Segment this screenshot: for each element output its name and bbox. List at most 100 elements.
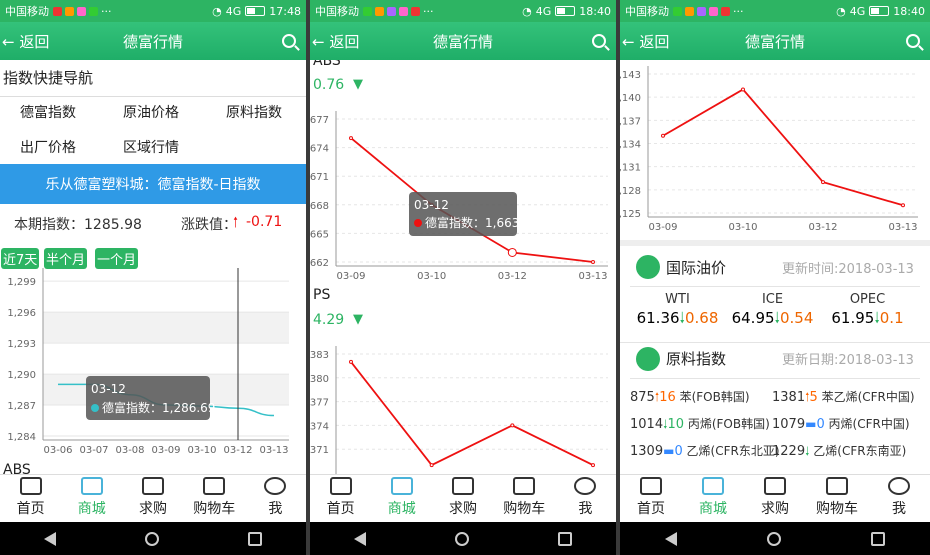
search-icon[interactable]: [592, 34, 606, 48]
tab-bar: 首页 商城 求购 购物车 我: [620, 474, 930, 522]
back-nav-icon[interactable]: [354, 531, 367, 546]
raw-material-icon: [636, 347, 660, 371]
search-icon[interactable]: [282, 34, 296, 48]
range-half-month-button[interactable]: 半个月: [44, 248, 88, 269]
title-bar: ← 返回 德富行情: [0, 22, 306, 60]
back-button[interactable]: ← 返回: [622, 31, 669, 52]
arrow-up-icon: 🠑: [233, 215, 239, 231]
recents-nav-icon[interactable]: [557, 531, 572, 546]
data-point: [591, 260, 595, 264]
y-tick-label: 1,374: [310, 421, 329, 432]
tooltip-date: 03-12: [91, 382, 126, 396]
home-nav-icon[interactable]: [144, 531, 159, 546]
tab-purchase[interactable]: 求购: [122, 475, 183, 522]
back-nav-icon[interactable]: [665, 531, 677, 546]
notification-icons: [363, 6, 420, 16]
flat-icon: ▬: [805, 417, 817, 431]
nav-item-regional[interactable]: 区域行情: [123, 137, 179, 157]
data-point: [429, 463, 434, 468]
nav-item-raw-index[interactable]: 原料指数: [226, 102, 282, 122]
tab-bar: 首页 商城 求购 购物车 我: [310, 474, 616, 522]
tab-cart[interactable]: 购物车: [806, 475, 868, 522]
oil-change: 0.54: [780, 309, 814, 327]
data-point: [741, 87, 745, 92]
defu-index-chart: 1,284 1,287 1,290 1,293 1,296 1,299 03-06 03-07…: [7, 268, 289, 456]
raw-value: 1381: [772, 390, 806, 405]
tab-mall[interactable]: 商城: [371, 475, 432, 522]
search-icon[interactable]: [906, 34, 920, 48]
nav-item-factory-price[interactable]: 出厂价格: [20, 137, 76, 157]
x-tick-label: 03-10: [187, 445, 216, 456]
cart-icon: [203, 477, 226, 495]
wifi-icon: ◔: [836, 4, 846, 18]
data-point: [591, 463, 595, 468]
back-button[interactable]: ← 返回: [2, 31, 49, 52]
range-7d-button[interactable]: 近7天: [1, 248, 40, 269]
wifi-icon: ◔: [522, 4, 532, 18]
notification-icons: [673, 6, 730, 16]
oil-item: ICE 64.95🠓0.54: [725, 292, 820, 333]
tab-bar: 首页 商城 求购 购物车 我: [0, 474, 306, 522]
tooltip-value: 德富指数：1,286.69: [102, 400, 215, 415]
tooltip-marker: [91, 404, 99, 412]
clock: 18:40: [893, 4, 925, 18]
y-tick-label: 1,290: [7, 370, 36, 381]
y-tick-label: 1,668: [310, 201, 329, 212]
tab-mall[interactable]: 商城: [682, 475, 744, 522]
data-point: [349, 359, 353, 364]
recents-nav-icon[interactable]: [871, 531, 885, 546]
y-tick-label: 1,662: [310, 258, 329, 269]
banner[interactable]: 乐从德富塑料城：德富指数-日指数: [0, 164, 306, 204]
home-nav-icon[interactable]: [454, 531, 469, 546]
battery-icon: [869, 6, 890, 16]
y-tick-label: 1,296: [7, 308, 36, 319]
ps-title: PS: [313, 287, 331, 303]
user-icon: [264, 477, 287, 495]
tab-purchase[interactable]: 求购: [744, 475, 806, 522]
next-section-title: ABS: [3, 462, 31, 474]
notification-icons: [53, 6, 98, 16]
tab-me[interactable]: 我: [555, 475, 616, 522]
raw-value: 875: [630, 390, 655, 405]
tab-home[interactable]: 首页: [310, 475, 371, 522]
home-icon: [640, 477, 662, 495]
tab-purchase[interactable]: 求购: [432, 475, 493, 522]
banner-text: 乐从德富塑料城：德富指数-日指数: [45, 177, 261, 193]
tab-cart[interactable]: 购物车: [494, 475, 555, 522]
x-tick-label: 03-09: [648, 222, 677, 233]
shop-icon: [142, 477, 164, 495]
raw-name: 苯乙烯(CFR中国): [821, 390, 915, 404]
back-nav-icon[interactable]: [44, 531, 57, 546]
user-icon: [888, 477, 910, 495]
signal-icon: 4G: [225, 4, 242, 18]
tab-me[interactable]: 我: [868, 475, 930, 522]
abs-value: 0.76: [313, 77, 345, 93]
x-tick-label: 03-09: [151, 445, 180, 456]
raw-update-time: 更新日期:2018-03-13: [782, 353, 914, 368]
tab-cart[interactable]: 购物车: [184, 475, 245, 522]
recents-nav-icon[interactable]: [247, 531, 262, 546]
nav-item-defu-index[interactable]: 德富指数: [20, 102, 76, 122]
raw-item: 1079▬0 丙烯(CFR中国): [772, 415, 910, 432]
range-month-button[interactable]: 一个月: [95, 248, 139, 269]
y-tick-label: 1,287: [7, 401, 36, 412]
screen-3: 中国移动 ··· ◔4G18:40 ← 返回 德富行情 1,1251,1281,…: [620, 0, 930, 555]
y-tick-label: 1,137: [620, 116, 641, 127]
x-tick-label: 03-09: [336, 271, 365, 280]
tab-me[interactable]: 我: [245, 475, 306, 522]
mall-icon: [80, 477, 103, 495]
crude-index-chart: 1,125 1,128 1,131 1,134 1,137 1,140 1,143 03-09…: [620, 66, 918, 233]
tab-home[interactable]: 首页: [0, 475, 61, 522]
nav-title: 指数快捷导航: [3, 69, 94, 87]
back-button[interactable]: ← 返回: [312, 31, 359, 52]
home-nav-icon[interactable]: [767, 531, 781, 546]
y-tick-label: 1,677: [310, 115, 329, 126]
tab-mall[interactable]: 商城: [61, 475, 122, 522]
tab-home[interactable]: 首页: [620, 475, 682, 522]
system-nav-bar: [0, 522, 306, 555]
clock: 18:40: [579, 4, 611, 18]
raw-change: 16: [659, 390, 676, 405]
raw-item: 1229🠓 乙烯(CFR东南亚): [772, 442, 906, 463]
nav-item-crude-oil[interactable]: 原油价格: [123, 102, 179, 122]
signal-icon: 4G: [535, 4, 552, 18]
